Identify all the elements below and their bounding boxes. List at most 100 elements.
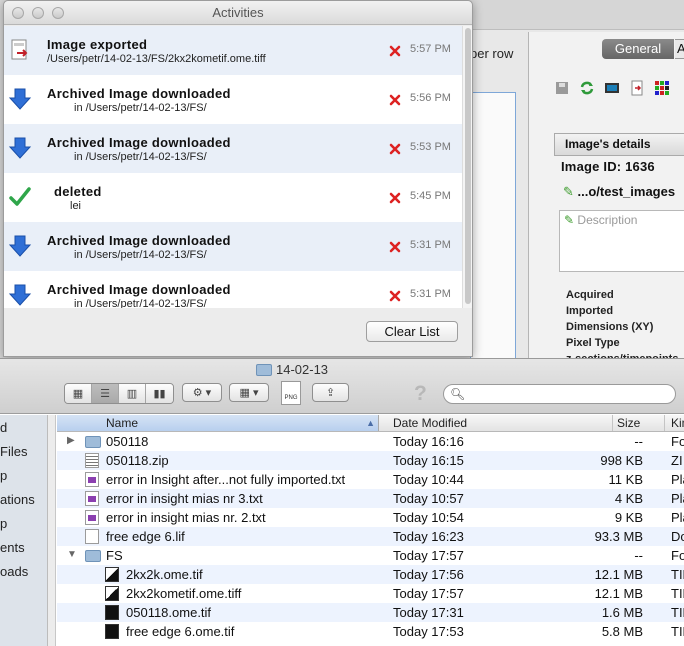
clear-list-button[interactable]: Clear List (366, 321, 458, 342)
file-date: Today 16:15 (393, 453, 464, 468)
activity-item[interactable]: Archived Image downloaded in /Users/petr… (4, 222, 462, 271)
zip-file-icon (85, 453, 99, 468)
download-arrow-icon (8, 88, 32, 110)
file-row[interactable]: 2kx2k.ome.tif Today 17:56 12.1 MB TIF (57, 565, 684, 584)
file-row[interactable]: 050118.ome.tif Today 17:31 1.6 MB TIF (57, 603, 684, 622)
file-row[interactable]: 050118.zip Today 16:15 998 KB ZI (57, 451, 684, 470)
sidebar-item[interactable]: ations (0, 492, 35, 507)
activities-window: Activities Image exported /Users/petr/14… (3, 0, 473, 357)
column-divider (612, 415, 613, 431)
text-file-icon (85, 510, 99, 525)
scrollbar-thumb[interactable] (465, 28, 471, 304)
background-toolbar (470, 0, 684, 30)
refresh-icon[interactable] (579, 80, 595, 96)
viewer-icon[interactable] (604, 80, 620, 96)
help-icon[interactable]: ? (414, 382, 427, 406)
image-path-text: ...o/test_images (577, 184, 676, 199)
activity-item[interactable]: Archived Image downloaded in /Users/petr… (4, 75, 462, 124)
finder-title: 14-02-13 (256, 362, 328, 377)
file-kind: Pla (671, 510, 684, 525)
column-header-date[interactable]: Date Modified (393, 416, 467, 430)
sidebar-item[interactable]: Files (0, 444, 27, 459)
file-row[interactable]: ▼ FS Today 17:57 -- Fo (57, 546, 684, 565)
tab-more[interactable]: A (675, 39, 684, 59)
remove-activity-icon[interactable] (388, 191, 402, 205)
arrange-menu-button[interactable]: ▦ ▾ (229, 383, 269, 402)
sidebar-item[interactable]: oads (0, 564, 28, 579)
sidebar-item[interactable]: p (0, 468, 7, 483)
tif-image-icon (105, 624, 119, 639)
search-input[interactable]: 🔍︎ (443, 384, 676, 404)
coverflow-view-button[interactable]: ▮▮ (146, 384, 173, 403)
file-size: 12.1 MB (594, 586, 643, 601)
meta-imported: Imported (566, 305, 614, 317)
file-size: -- (634, 434, 643, 449)
column-view-button[interactable]: ▥ (119, 384, 146, 403)
activity-title: deleted (54, 184, 102, 199)
activity-subtitle[interactable]: in /Users/petr/14-02-13/FS/ (74, 102, 207, 114)
file-size: 4 KB (614, 491, 643, 506)
save-icon[interactable] (554, 80, 570, 96)
file-kind: Fo (671, 434, 684, 449)
action-menu-button[interactable]: ⚙ ▾ (182, 383, 222, 402)
column-header-kind[interactable]: Kin (671, 416, 684, 430)
activity-subtitle: lei (70, 200, 82, 212)
column-header-name[interactable]: Name ▲ (57, 415, 379, 431)
file-kind: TIF (671, 586, 684, 601)
column-header-size[interactable]: Size (617, 416, 640, 430)
remove-activity-icon[interactable] (388, 93, 402, 107)
pencil-icon: ✎ (564, 213, 575, 227)
document-icon (85, 529, 99, 544)
icon-view-button[interactable]: ▦ (65, 384, 92, 403)
activity-subtitle[interactable]: in /Users/petr/14-02-13/FS/ (74, 249, 207, 261)
remove-activity-icon[interactable] (388, 289, 402, 303)
sidebar-item[interactable]: p (0, 516, 7, 531)
file-size: 12.1 MB (594, 567, 643, 582)
file-row[interactable]: error in insight mias nr 3.txt Today 10:5… (57, 489, 684, 508)
file-kind: Pla (671, 491, 684, 506)
file-row[interactable]: free edge 6.lif Today 16:23 93.3 MB Do (57, 527, 684, 546)
activities-scrollbar[interactable] (462, 26, 472, 308)
file-list: ▶ 050118 Today 16:16 -- Fo 050118.zip Today 16… (57, 432, 684, 646)
file-row[interactable]: ▶ 050118 Today 16:16 -- Fo (57, 432, 684, 451)
remove-activity-icon[interactable] (388, 44, 402, 58)
file-row[interactable]: free edge 6.ome.tif Today 17:53 5.8 MB TIF (57, 622, 684, 641)
activity-subtitle[interactable]: in /Users/petr/14-02-13/FS/ (74, 151, 207, 163)
activities-titlebar[interactable]: Activities (4, 1, 472, 25)
pencil-icon[interactable]: ✎ (563, 184, 574, 199)
share-button[interactable]: ⇪ (312, 383, 349, 402)
disclosure-open-icon[interactable]: ▼ (67, 549, 77, 560)
activity-item[interactable]: Archived Image downloaded in /Users/petr… (4, 124, 462, 173)
remove-activity-icon[interactable] (388, 142, 402, 156)
channels-icon[interactable] (654, 80, 670, 96)
activity-item[interactable]: Archived Image downloaded in /Users/petr… (4, 271, 462, 308)
png-file-icon[interactable]: PNG (281, 381, 301, 405)
tab-general[interactable]: General (602, 39, 674, 59)
disclosure-closed-icon[interactable]: ▶ (67, 435, 75, 446)
background-left-list (470, 92, 516, 360)
chevron-down-icon: ▾ (252, 387, 259, 399)
activity-title: Archived Image downloaded (47, 282, 231, 297)
activity-subtitle[interactable]: in /Users/petr/14-02-13/FS/ (74, 298, 207, 308)
file-date: Today 16:16 (393, 434, 464, 449)
activity-subtitle[interactable]: /Users/petr/14-02-13/FS/2kx2kometif.ome.… (47, 53, 266, 65)
file-date: Today 16:23 (393, 529, 464, 544)
file-row[interactable]: error in insight mias nr. 2.txt Today 10:… (57, 508, 684, 527)
sidebar-item[interactable]: ents (0, 540, 25, 555)
file-row[interactable]: 2kx2kometif.ome.tiff Today 17:57 12.1 MB TI… (57, 584, 684, 603)
sidebar-splitter[interactable] (48, 415, 56, 646)
folder-icon (85, 436, 101, 448)
folder-icon (256, 363, 272, 376)
sidebar-item[interactable]: d (0, 420, 7, 435)
activity-item[interactable]: deleted lei 5:45 PM (4, 173, 462, 222)
tif-image-icon (105, 567, 119, 582)
remove-activity-icon[interactable] (388, 240, 402, 254)
file-row[interactable]: error in Insight after...not fully impor… (57, 470, 684, 489)
file-date: Today 10:57 (393, 491, 464, 506)
list-view-button[interactable]: ☰ (92, 384, 119, 403)
export-icon[interactable] (629, 80, 645, 96)
image-details-header[interactable]: Image's details (554, 133, 684, 156)
export-doc-icon (11, 39, 28, 60)
activity-item[interactable]: Image exported /Users/petr/14-02-13/FS/2… (4, 26, 462, 75)
activity-time: 5:56 PM (410, 92, 451, 104)
